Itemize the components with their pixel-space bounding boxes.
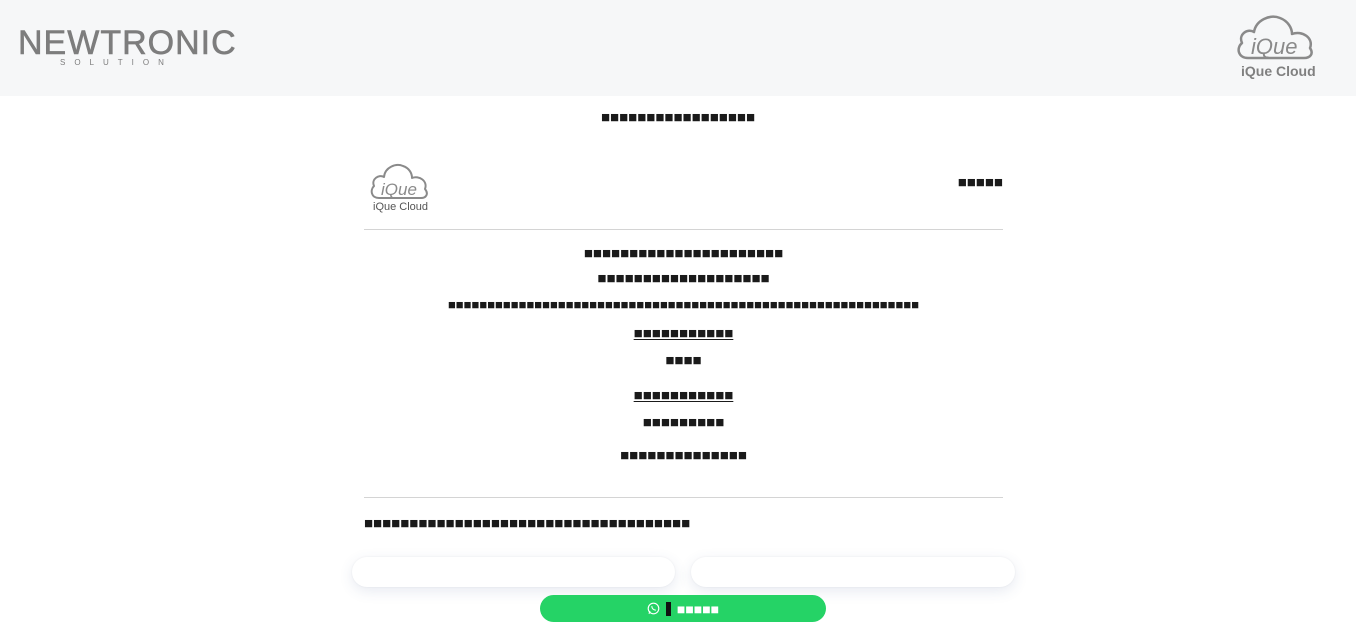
whatsapp-button-label: ■■■■■ (676, 600, 720, 617)
card-ique-logo: iQue iQue Cloud (368, 161, 432, 215)
newtronic-logo[interactable]: NEWTRONIC SOLUTION (18, 26, 236, 72)
cloud-icon: iQue (1237, 15, 1313, 60)
divider-bottom (364, 497, 1003, 498)
ique-cloud-logo[interactable]: iQue iQue Cloud (1234, 12, 1318, 80)
card-value-2: ■■■■■■■■■ (642, 414, 725, 431)
left-input-field[interactable] (352, 557, 675, 587)
brand-tagline: SOLUTION (60, 58, 173, 67)
card-notice: ■■■■■■■■■■■■■■■■■■■■■■■■■■■■■■■■■■■■ (364, 515, 691, 532)
card-value-1: ■■■■ (665, 352, 702, 369)
card-header-label: ■■■■■ (957, 174, 1003, 191)
card-link-1[interactable]: ■■■■■■■■■■■ (364, 324, 1003, 344)
right-input-field[interactable] (691, 557, 1015, 587)
cursor-marker (665, 601, 671, 616)
divider-top (364, 229, 1003, 230)
card-link-2[interactable]: ■■■■■■■■■■■ (364, 386, 1003, 406)
whatsapp-icon (647, 602, 660, 615)
top-bar: NEWTRONIC SOLUTION iQue iQue Cloud (0, 0, 1356, 96)
card-line-8: ■■■■■■■■■■■■■■ (620, 447, 747, 464)
cloud-logo-caption: iQue Cloud (1241, 63, 1316, 79)
card-line-3: ■■■■■■■■■■■■■■■■■■■■■■■■■■■■■■■■■■■■■■■■… (447, 297, 920, 312)
card-line-1: ■■■■■■■■■■■■■■■■■■■■■■ (583, 245, 784, 262)
card-cloud-logo-text: iQue (381, 180, 417, 199)
whatsapp-button[interactable]: ■■■■■ (540, 595, 826, 622)
page-title: ■■■■■■■■■■■■■■■■■ (600, 109, 756, 126)
card-line-2: ■■■■■■■■■■■■■■■■■■■ (597, 270, 770, 287)
card-cloud-caption: iQue Cloud (373, 201, 429, 213)
cloud-logo-text: iQue (1251, 34, 1297, 59)
cloud-icon: iQue (370, 164, 428, 199)
brand-name: NEWTRONIC (18, 24, 237, 62)
